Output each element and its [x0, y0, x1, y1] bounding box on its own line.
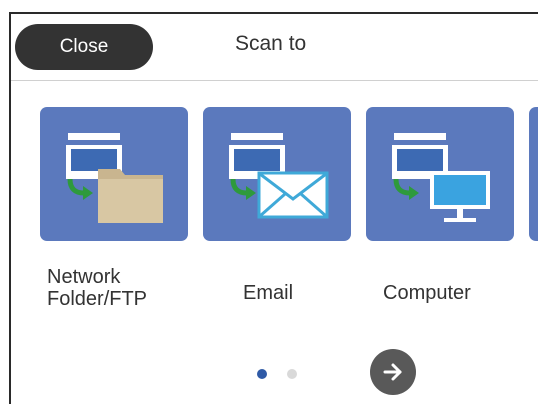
page-title: Scan to — [235, 32, 307, 55]
header-bar: Close Scan to — [11, 14, 538, 81]
scan-to-computer-icon — [392, 133, 490, 222]
page-dot-inactive — [287, 369, 297, 379]
close-button[interactable]: Close — [15, 24, 153, 70]
tile-network-folder-ftp-label: Network Folder/FTP — [47, 266, 148, 310]
tile-email-label: Email — [243, 282, 294, 304]
scan-to-email-icon — [229, 133, 329, 219]
scan-to-screen: Close Scan to Network Folder/FTP Email C… — [9, 12, 538, 404]
arrow-right-icon — [383, 363, 402, 381]
page-dot-active — [257, 369, 267, 379]
tile-computer[interactable] — [366, 107, 514, 241]
scan-to-network-folder-icon — [66, 133, 163, 223]
tile-computer-label: Computer — [383, 282, 471, 304]
next-page-button[interactable] — [370, 349, 416, 395]
tile-next-partial[interactable] — [529, 107, 538, 241]
tile-email[interactable] — [203, 107, 351, 241]
tile-network-folder-ftp[interactable] — [40, 107, 188, 241]
